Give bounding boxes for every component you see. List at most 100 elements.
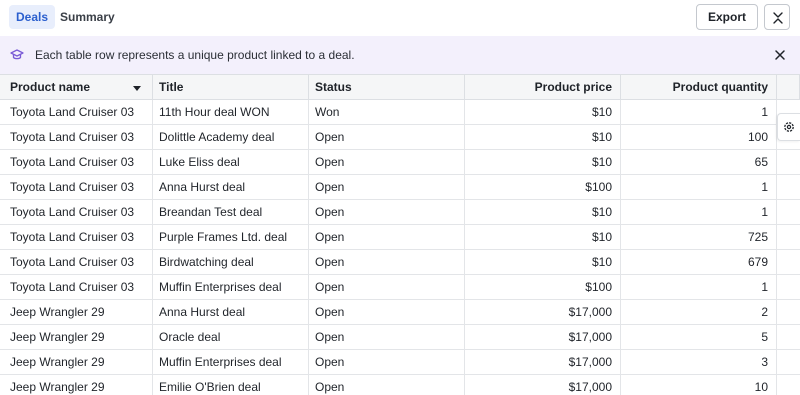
cell-title: Muffin Enterprises deal	[153, 350, 309, 374]
cell-spacer	[777, 250, 800, 274]
table-row[interactable]: Jeep Wrangler 29 Muffin Enterprises deal…	[0, 350, 800, 375]
column-header-product-name[interactable]: Product name	[0, 75, 153, 99]
cell-product-name: Jeep Wrangler 29	[0, 375, 153, 395]
table-row[interactable]: Jeep Wrangler 29 Oracle deal Open $17,00…	[0, 325, 800, 350]
cell-status: Open	[309, 250, 465, 274]
cell-spacer	[777, 175, 800, 199]
table-row[interactable]: Toyota Land Cruiser 03 Luke Eliss deal O…	[0, 150, 800, 175]
cell-product-price: $10	[465, 225, 621, 249]
cell-product-price: $100	[465, 275, 621, 299]
cell-spacer	[777, 150, 800, 174]
cell-product-price: $17,000	[465, 300, 621, 324]
cell-spacer	[777, 350, 800, 374]
tab-summary[interactable]: Summary	[53, 5, 122, 29]
cell-product-name: Toyota Land Cruiser 03	[0, 100, 153, 124]
cell-product-name: Toyota Land Cruiser 03	[0, 225, 153, 249]
collapse-icon	[773, 12, 783, 24]
cell-product-quantity: 679	[621, 250, 777, 274]
cell-spacer	[777, 375, 800, 395]
cell-spacer	[777, 300, 800, 324]
cell-title: Birdwatching deal	[153, 250, 309, 274]
banner-text: Each table row represents a unique produ…	[35, 48, 355, 62]
cell-title: Muffin Enterprises deal	[153, 275, 309, 299]
cell-status: Open	[309, 275, 465, 299]
cell-product-quantity: 1	[621, 200, 777, 224]
cell-product-price: $100	[465, 175, 621, 199]
cell-product-name: Toyota Land Cruiser 03	[0, 175, 153, 199]
cell-spacer	[777, 200, 800, 224]
cell-product-price: $10	[465, 200, 621, 224]
table-row[interactable]: Toyota Land Cruiser 03 11th Hour deal WO…	[0, 100, 800, 125]
cell-product-price: $10	[465, 100, 621, 124]
cell-product-quantity: 725	[621, 225, 777, 249]
cell-status: Open	[309, 150, 465, 174]
cell-product-quantity: 65	[621, 150, 777, 174]
cell-status: Open	[309, 350, 465, 374]
info-banner: Each table row represents a unique produ…	[0, 36, 800, 74]
table-row[interactable]: Toyota Land Cruiser 03 Muffin Enterprise…	[0, 275, 800, 300]
cell-spacer	[777, 275, 800, 299]
cell-title: Oracle deal	[153, 325, 309, 349]
table-row[interactable]: Toyota Land Cruiser 03 Dolittle Academy …	[0, 125, 800, 150]
table-row[interactable]: Jeep Wrangler 29 Emilie O'Brien deal Ope…	[0, 375, 800, 395]
table-row[interactable]: Toyota Land Cruiser 03 Purple Frames Ltd…	[0, 225, 800, 250]
cell-product-quantity: 10	[621, 375, 777, 395]
cell-product-name: Toyota Land Cruiser 03	[0, 250, 153, 274]
cell-title: Dolittle Academy deal	[153, 125, 309, 149]
cell-product-quantity: 5	[621, 325, 777, 349]
cell-product-name: Jeep Wrangler 29	[0, 350, 153, 374]
column-header-label: Product name	[10, 80, 91, 94]
cell-product-quantity: 3	[621, 350, 777, 374]
column-header-status[interactable]: Status	[309, 75, 465, 99]
cell-status: Open	[309, 325, 465, 349]
cell-title: Breandan Test deal	[153, 200, 309, 224]
export-button[interactable]: Export	[696, 4, 758, 30]
table-header: Product name Title Status Product price …	[0, 74, 800, 100]
cell-product-price: $10	[465, 250, 621, 274]
cell-product-name: Toyota Land Cruiser 03	[0, 150, 153, 174]
cell-product-name: Jeep Wrangler 29	[0, 300, 153, 324]
cell-spacer	[777, 225, 800, 249]
cell-status: Open	[309, 125, 465, 149]
cell-title: 11th Hour deal WON	[153, 100, 309, 124]
collapse-button[interactable]	[764, 4, 790, 30]
cell-product-quantity: 2	[621, 300, 777, 324]
column-settings-button[interactable]	[777, 113, 800, 141]
cell-spacer	[777, 325, 800, 349]
table-row[interactable]: Toyota Land Cruiser 03 Anna Hurst deal O…	[0, 175, 800, 200]
cell-status: Open	[309, 225, 465, 249]
cell-status: Won	[309, 100, 465, 124]
cell-product-name: Toyota Land Cruiser 03	[0, 125, 153, 149]
column-header-title[interactable]: Title	[153, 75, 309, 99]
column-header-product-quantity[interactable]: Product quantity	[621, 75, 777, 99]
cell-status: Open	[309, 200, 465, 224]
cell-title: Emilie O'Brien deal	[153, 375, 309, 395]
cell-product-price: $17,000	[465, 350, 621, 374]
cell-product-price: $17,000	[465, 375, 621, 395]
cell-status: Open	[309, 175, 465, 199]
cell-product-name: Jeep Wrangler 29	[0, 325, 153, 349]
top-bar: Deals Summary Export	[0, 0, 800, 35]
cell-title: Anna Hurst deal	[153, 300, 309, 324]
cell-product-name: Toyota Land Cruiser 03	[0, 200, 153, 224]
table-row[interactable]: Jeep Wrangler 29 Anna Hurst deal Open $1…	[0, 300, 800, 325]
cell-product-quantity: 100	[621, 125, 777, 149]
gear-icon	[784, 122, 794, 132]
cell-status: Open	[309, 300, 465, 324]
cell-product-quantity: 1	[621, 175, 777, 199]
cell-product-quantity: 1	[621, 275, 777, 299]
cell-title: Luke Eliss deal	[153, 150, 309, 174]
column-header-product-price[interactable]: Product price	[465, 75, 621, 99]
cell-title: Anna Hurst deal	[153, 175, 309, 199]
table-row[interactable]: Toyota Land Cruiser 03 Breandan Test dea…	[0, 200, 800, 225]
table-row[interactable]: Toyota Land Cruiser 03 Birdwatching deal…	[0, 250, 800, 275]
close-icon[interactable]	[773, 48, 787, 62]
cell-product-name: Toyota Land Cruiser 03	[0, 275, 153, 299]
cell-product-quantity: 1	[621, 100, 777, 124]
cell-title: Purple Frames Ltd. deal	[153, 225, 309, 249]
graduation-cap-icon	[10, 49, 24, 60]
column-header-spacer	[777, 75, 800, 99]
caret-down-icon[interactable]	[133, 86, 141, 91]
cell-status: Open	[309, 375, 465, 395]
tab-deals[interactable]: Deals	[9, 5, 56, 29]
